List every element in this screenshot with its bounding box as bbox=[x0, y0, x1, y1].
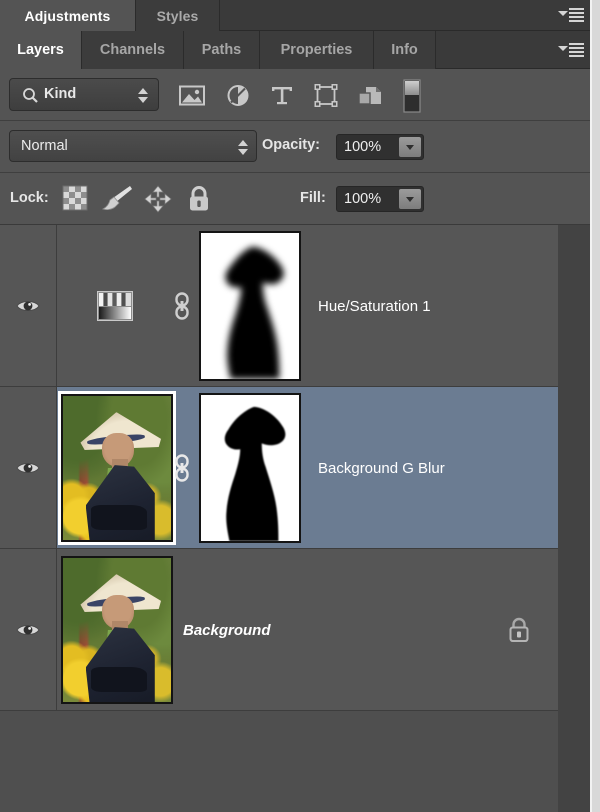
layer-name[interactable]: Background bbox=[183, 622, 271, 639]
photo-thumb-frame bbox=[61, 556, 173, 704]
blend-mode-spinner[interactable] bbox=[238, 139, 248, 156]
window-right-edge bbox=[592, 0, 600, 812]
tab-paths-label: Paths bbox=[201, 42, 242, 58]
fill-label: Fill: bbox=[300, 190, 326, 206]
lock-row: Lock: Fill: 100% bbox=[0, 173, 592, 225]
dock-tab-bar: Adjustments Styles bbox=[0, 0, 592, 31]
opacity-dropdown-button[interactable] bbox=[399, 137, 421, 157]
tab-info[interactable]: Info bbox=[374, 31, 436, 69]
tab-properties-label: Properties bbox=[280, 42, 353, 58]
layer-row[interactable]: Hue/Saturation 1 bbox=[0, 225, 592, 387]
smart-object-icon bbox=[358, 87, 381, 105]
filter-kind-spinner[interactable] bbox=[138, 87, 148, 104]
blend-mode-value: Normal bbox=[21, 138, 68, 154]
layer-thumbnail[interactable] bbox=[58, 391, 176, 545]
layer-visibility-toggle[interactable] bbox=[0, 549, 57, 710]
filter-adjustment-layers-button[interactable] bbox=[224, 82, 252, 109]
dock-tab-adjustments[interactable]: Adjustments bbox=[0, 0, 136, 31]
layers-panel-tab-bar: Layers Channels Paths Properties Info bbox=[0, 31, 592, 69]
mask-image bbox=[201, 395, 299, 541]
eye-icon bbox=[16, 300, 40, 311]
lock-transparent-pixels-button[interactable] bbox=[62, 185, 88, 211]
layer-list: Hue/Saturation 1 Background G Blur Backg… bbox=[0, 225, 592, 812]
type-t-icon bbox=[272, 87, 292, 105]
filter-kind-label: Kind bbox=[44, 86, 77, 102]
layer-name[interactable]: Hue/Saturation 1 bbox=[318, 298, 431, 315]
blend-mode-row: Normal Opacity: 100% bbox=[0, 121, 592, 173]
chevron-down-icon bbox=[558, 46, 568, 51]
mask-image bbox=[201, 233, 299, 379]
filter-kind-select[interactable]: Kind bbox=[9, 78, 159, 111]
layer-photo-image bbox=[63, 396, 171, 540]
filter-type-layers-button[interactable] bbox=[268, 82, 296, 109]
tab-channels[interactable]: Channels bbox=[82, 31, 184, 69]
eye-icon bbox=[16, 462, 40, 473]
tab-properties[interactable]: Properties bbox=[260, 31, 374, 69]
photoshop-layers-panel: Adjustments Styles Layers Channels Paths… bbox=[0, 0, 600, 812]
eye-icon bbox=[16, 624, 40, 635]
tab-paths[interactable]: Paths bbox=[184, 31, 260, 69]
toggle-switch-icon bbox=[403, 79, 421, 113]
checkerboard-icon bbox=[62, 185, 88, 211]
layers-panel-menu-button[interactable] bbox=[558, 41, 584, 59]
tab-channels-label: Channels bbox=[99, 42, 166, 58]
menu-lines-icon bbox=[569, 8, 584, 24]
opacity-value: 100% bbox=[344, 139, 382, 155]
tab-info-label: Info bbox=[391, 42, 418, 58]
layer-mask-link-icon[interactable] bbox=[172, 454, 192, 482]
lock-all-button[interactable] bbox=[186, 185, 212, 213]
lock-image-pixels-button[interactable] bbox=[101, 185, 132, 213]
paintbrush-icon bbox=[101, 186, 132, 210]
dock-tab-styles[interactable]: Styles bbox=[136, 0, 220, 31]
filter-smart-objects-button[interactable] bbox=[356, 82, 384, 109]
layer-visibility-toggle[interactable] bbox=[0, 387, 57, 548]
filter-pixel-layers-button[interactable] bbox=[178, 82, 206, 109]
layer-filter-row: Kind bbox=[0, 69, 592, 121]
mask-thumb-frame bbox=[199, 393, 301, 543]
adjustment-gradient-icon bbox=[97, 291, 133, 321]
filter-shape-layers-button[interactable] bbox=[312, 82, 340, 109]
chain-link-icon bbox=[175, 454, 189, 482]
dock-panel-menu-button[interactable] bbox=[558, 6, 584, 24]
blend-mode-select[interactable]: Normal bbox=[9, 130, 257, 162]
opacity-label: Opacity: bbox=[262, 137, 321, 153]
filter-enable-toggle[interactable] bbox=[402, 79, 422, 113]
adjustment-half-circle-icon bbox=[227, 85, 249, 106]
chevron-down-icon bbox=[558, 11, 568, 16]
image-icon bbox=[179, 85, 205, 106]
fill-dropdown-button[interactable] bbox=[399, 189, 421, 209]
mask-thumb-frame bbox=[199, 231, 301, 381]
shape-bounding-box-icon bbox=[314, 84, 338, 107]
photo-thumb-frame bbox=[61, 394, 173, 542]
layer-mask-thumbnail[interactable] bbox=[199, 393, 301, 543]
layer-name[interactable]: Background G Blur bbox=[318, 460, 445, 477]
layer-list-scrollbar[interactable] bbox=[558, 225, 590, 812]
layer-row[interactable]: Background G Blur bbox=[0, 387, 592, 549]
fill-input[interactable]: 100% bbox=[336, 186, 424, 212]
layer-photo-image bbox=[63, 558, 171, 702]
menu-lines-icon bbox=[569, 43, 584, 59]
layer-visibility-toggle[interactable] bbox=[0, 225, 57, 386]
opacity-input[interactable]: 100% bbox=[336, 134, 424, 160]
chain-link-icon bbox=[175, 292, 189, 320]
tab-layers[interactable]: Layers bbox=[0, 31, 82, 69]
magnifier-icon bbox=[23, 88, 38, 103]
padlock-icon bbox=[190, 186, 208, 211]
tab-layers-label: Layers bbox=[17, 42, 64, 58]
layer-mask-link-icon[interactable] bbox=[172, 292, 192, 320]
dock-tab-adjustments-label: Adjustments bbox=[24, 7, 111, 24]
lock-label: Lock: bbox=[10, 190, 49, 206]
padlock-icon bbox=[509, 617, 529, 642]
layer-lock-badge[interactable] bbox=[505, 615, 533, 645]
move-arrows-icon bbox=[144, 185, 172, 213]
dock-tab-styles-label: Styles bbox=[156, 7, 199, 24]
lock-position-button[interactable] bbox=[144, 185, 172, 213]
layer-thumbnail[interactable] bbox=[97, 291, 133, 321]
layer-row[interactable]: Background bbox=[0, 549, 592, 711]
layer-thumbnail[interactable] bbox=[61, 556, 173, 704]
fill-value: 100% bbox=[344, 191, 382, 207]
layer-mask-thumbnail[interactable] bbox=[199, 231, 301, 381]
